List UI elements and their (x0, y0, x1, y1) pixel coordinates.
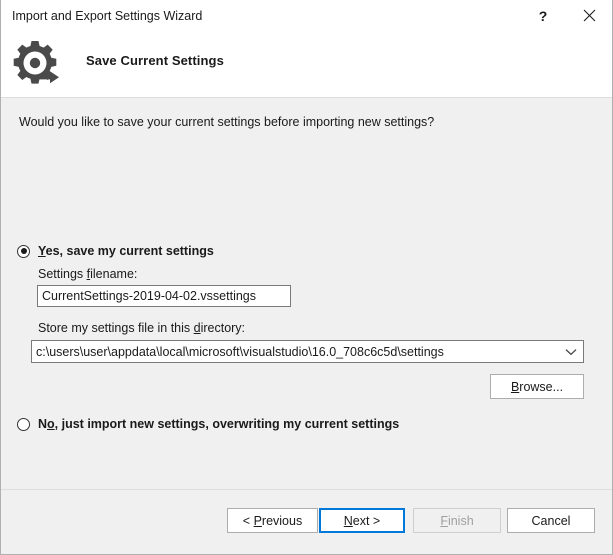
radio-yes-indicator[interactable] (17, 244, 30, 258)
close-button[interactable] (566, 0, 612, 31)
radio-yes-text: es, save my current settings (45, 244, 214, 258)
finish-button-label: Finish (440, 514, 473, 528)
gear-arrow-icon (9, 39, 61, 87)
question-text: Would you like to save your current sett… (19, 115, 435, 129)
radio-option-no[interactable]: No, just import new settings, overwritin… (17, 417, 399, 431)
settings-directory-label-prefix: Store my settings file in this (38, 321, 194, 335)
settings-filename-label-prefix: Settings (38, 267, 87, 281)
question-mark-icon: ? (538, 7, 548, 24)
settings-filename-label-rest: ilename: (90, 267, 138, 281)
window-title: Import and Export Settings Wizard (12, 9, 203, 23)
next-button[interactable]: Next > (319, 508, 405, 533)
previous-button-accelerator: P (253, 513, 262, 528)
dialog-header: Save Current Settings (1, 31, 612, 97)
chevron-down-icon[interactable] (559, 341, 583, 362)
settings-directory-label: Store my settings file in this directory… (38, 321, 245, 335)
next-button-label: Next > (344, 514, 380, 528)
title-bar-buttons: ? (520, 0, 612, 31)
page-title: Save Current Settings (86, 53, 224, 68)
title-bar: Import and Export Settings Wizard ? (1, 0, 612, 31)
cancel-button[interactable]: Cancel (507, 508, 595, 533)
browse-button-text: rowse... (519, 379, 564, 394)
settings-filename-input[interactable] (37, 285, 291, 307)
radio-no-indicator[interactable] (17, 417, 30, 431)
close-icon (583, 9, 596, 22)
radio-option-yes[interactable]: Yes, save my current settings (17, 244, 214, 258)
previous-button[interactable]: < Previous (227, 508, 318, 533)
dialog-footer: < Previous Next > Finish Cancel (1, 490, 612, 552)
previous-button-prefix: < (242, 513, 254, 528)
browse-button[interactable]: Browse... (490, 374, 584, 399)
radio-no-text: , just import new settings, overwriting … (54, 417, 400, 431)
finish-button-accelerator: F (440, 513, 448, 528)
radio-no-label: No, just import new settings, overwritin… (38, 417, 399, 431)
help-button[interactable]: ? (520, 0, 566, 31)
settings-directory-combobox[interactable]: c:\users\user\appdata\local\microsoft\vi… (31, 340, 584, 363)
previous-button-label: < Previous (243, 514, 302, 528)
cancel-button-label: Cancel (531, 513, 571, 528)
finish-button-text: inish (447, 513, 474, 528)
next-button-text: ext > (352, 513, 381, 528)
settings-directory-label-accelerator: d (193, 321, 201, 335)
radio-no-prefix: N (38, 417, 48, 431)
previous-button-text: revious (261, 513, 303, 528)
radio-yes-accelerator: Y (38, 244, 46, 258)
radio-no-accelerator: o (47, 417, 55, 431)
settings-directory-value: c:\users\user\appdata\local\microsoft\vi… (36, 344, 444, 359)
finish-button: Finish (413, 508, 501, 533)
dialog-body: Would you like to save your current sett… (1, 98, 612, 490)
next-button-accelerator: N (343, 513, 353, 528)
browse-button-label: Browse... (511, 380, 563, 394)
settings-directory-label-rest: irectory: (200, 321, 246, 335)
settings-filename-label: Settings filename: (38, 267, 137, 281)
import-export-settings-wizard-dialog: Import and Export Settings Wizard ? Save… (0, 0, 613, 555)
radio-yes-label: Yes, save my current settings (38, 244, 214, 258)
